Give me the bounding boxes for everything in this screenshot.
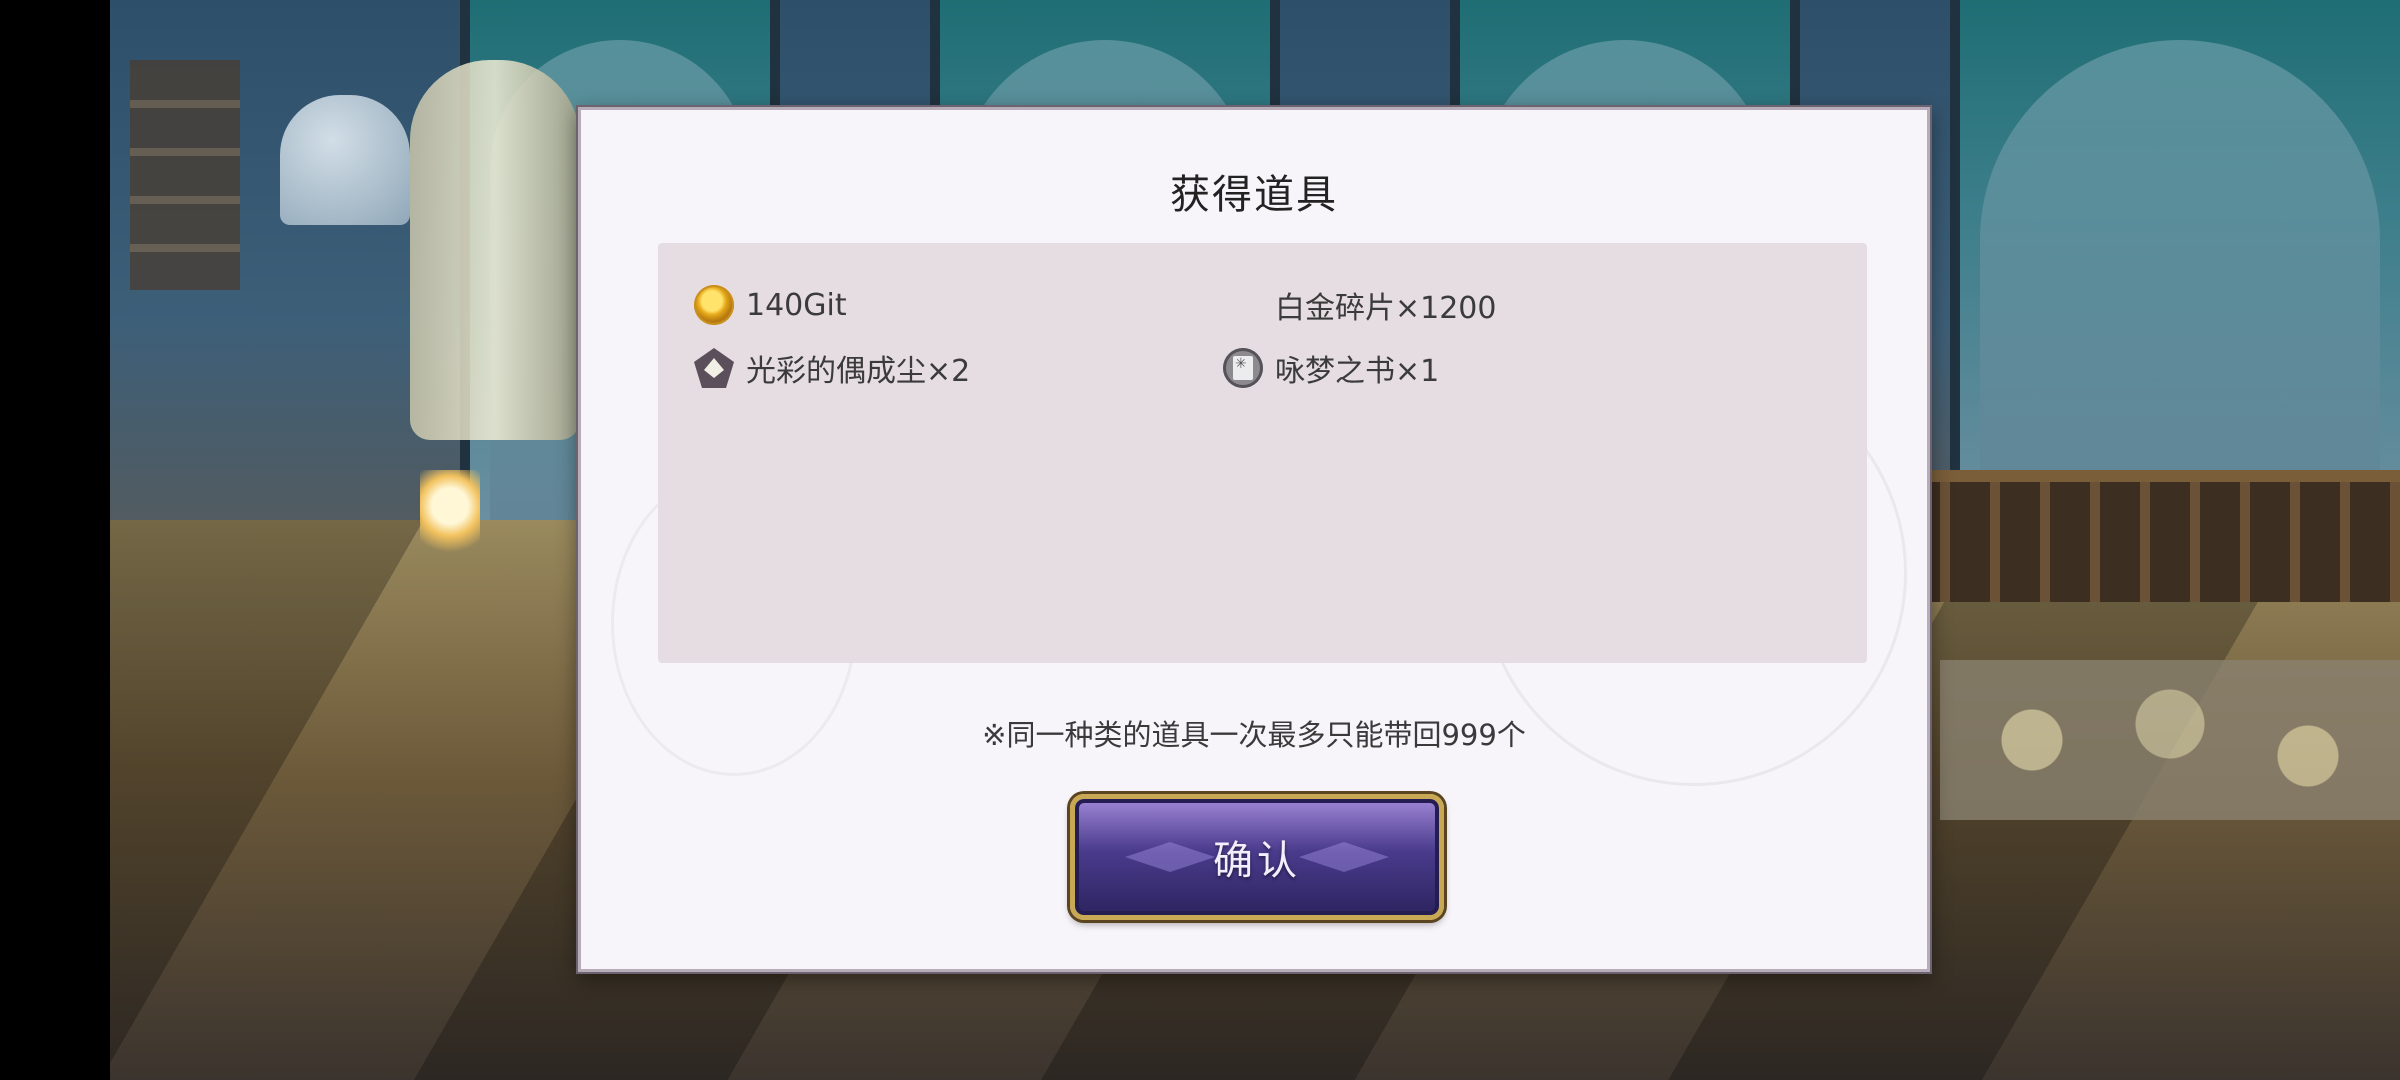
reward-item: 白金碎片×1200 — [1275, 279, 1496, 331]
reward-item-label: 光彩的偶成尘×2 — [746, 354, 971, 389]
book-icon — [1223, 348, 1263, 388]
coin-icon — [694, 285, 734, 325]
confirm-button[interactable]: 确认 — [1070, 794, 1444, 920]
background-lamp — [420, 470, 480, 560]
reward-item-label: 白金碎片×1200 — [1275, 291, 1497, 326]
reward-item: 光彩的偶成尘×2 — [694, 342, 970, 394]
dust-icon — [694, 348, 734, 388]
background-balcony — [1900, 470, 2400, 602]
button-ornament — [1125, 842, 1215, 872]
button-ornament — [1299, 842, 1389, 872]
reward-item-label: 咏梦之书×1 — [1275, 354, 1440, 389]
reward-item: 咏梦之书×1 — [1223, 342, 1439, 394]
carry-limit-note: ※同一种类的道具一次最多只能带回999个 — [982, 718, 1526, 752]
dialog-title: 获得道具 — [1170, 172, 1338, 218]
background-stones — [1940, 660, 2400, 820]
items-panel: 140Git 白金碎片×1200 光彩的偶成尘×2 咏梦之书×1 — [658, 243, 1867, 663]
reward-item: 140Git — [694, 279, 847, 331]
background-bookshelf — [130, 60, 240, 290]
confirm-button-label: 确认 — [1213, 838, 1301, 884]
background-glass-jar — [280, 95, 410, 225]
reward-item-label: 140Git — [746, 287, 847, 323]
item-reward-dialog: 获得道具 140Git 白金碎片×1200 光彩的偶成尘×2 咏梦之书×1 ※同… — [578, 107, 1930, 972]
background-machine — [410, 60, 580, 440]
background-arch — [1950, 0, 2400, 520]
